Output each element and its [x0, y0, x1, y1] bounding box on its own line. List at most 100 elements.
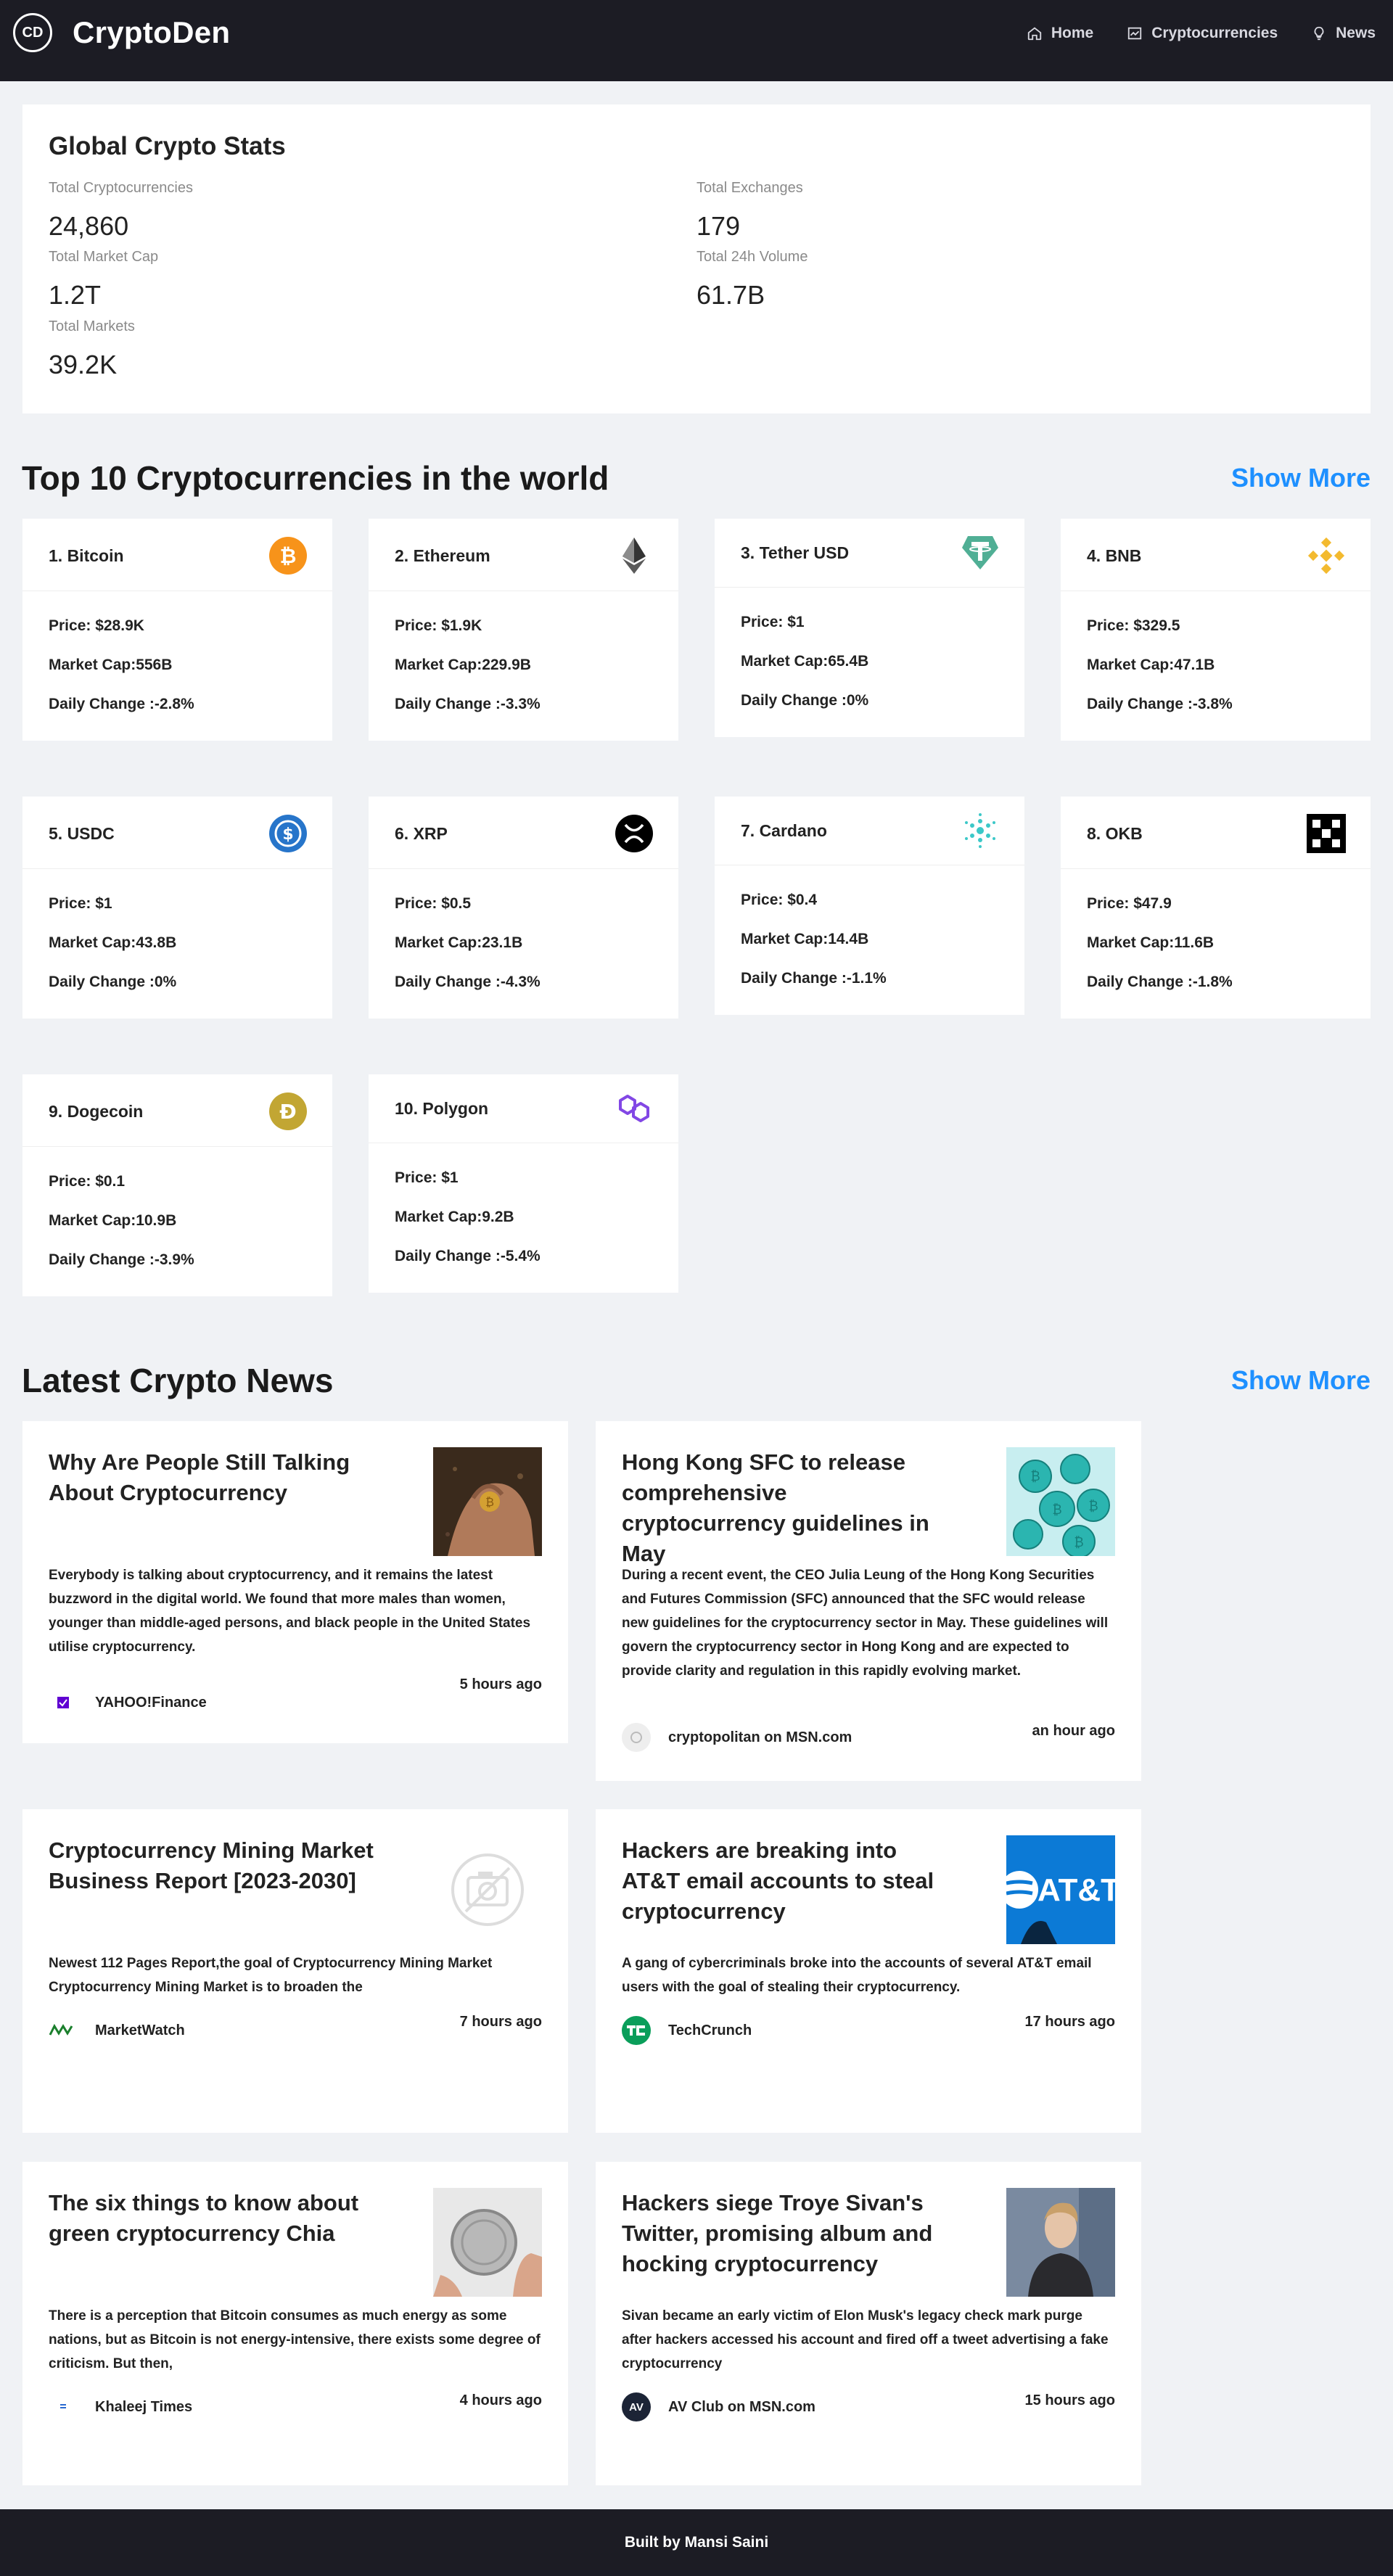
- nav-item-home[interactable]: Home: [1027, 25, 1093, 42]
- coin-market-cap: Market Cap:11.6B: [1087, 934, 1215, 951]
- coin-name: 4. BNB: [1087, 546, 1142, 565]
- coin-card-header: 8. OKB: [1061, 797, 1371, 869]
- coin-market-cap: Market Cap:10.9B: [49, 1212, 177, 1229]
- coin-card-usdc[interactable]: 5. USDC $ Price: $1 Market Cap:43.8B Dai…: [22, 797, 332, 1019]
- brand-logo: CD: [13, 13, 52, 52]
- coin-name: 10. Polygon: [395, 1099, 489, 1118]
- coin-card-body: Price: $0.5 Market Cap:23.1B Daily Chang…: [369, 869, 678, 1019]
- news-description: Sivan became an early victim of Elon Mus…: [622, 2308, 1109, 2371]
- news-provider[interactable]: YAHOO!Finance: [49, 1688, 207, 1717]
- coin-card-header: 10. Polygon: [369, 1074, 678, 1143]
- nav-label-home: Home: [1051, 25, 1094, 41]
- coin-card-cardano[interactable]: 7. Cardano Price: $0.4 Market Cap:14.4B …: [715, 797, 1024, 1015]
- top-navbar: CD CryptoDen Home Cryptocurrencies News: [0, 0, 1393, 81]
- news-title: Why Are People Still Talking About Crypt…: [49, 1449, 350, 1505]
- news-time: 17 hours ago: [1024, 2014, 1115, 2030]
- coin-name: 9. Dogecoin: [49, 1102, 144, 1121]
- coin-price: Price: $1: [741, 614, 805, 630]
- coin-card-header: 3. Tether USD: [715, 519, 1024, 588]
- stat-value: 179: [696, 211, 741, 241]
- news-card[interactable]: Cryptocurrency Mining Market Business Re…: [22, 1809, 568, 2133]
- coin-card-tether[interactable]: 3. Tether USD Price: $1 Market Cap:65.4B…: [715, 519, 1024, 737]
- coin-card-okb[interactable]: 8. OKB Price: $47.9 Market Cap:11.6B Dai…: [1061, 797, 1371, 1019]
- news-provider[interactable]: MarketWatch: [49, 2016, 185, 2045]
- coin-price: Price: $0.1: [49, 1173, 126, 1190]
- coin-card-dogecoin[interactable]: 9. Dogecoin Ð Price: $0.1 Market Cap:10.…: [22, 1074, 332, 1296]
- hands-coin-image: ₿: [433, 1447, 542, 1556]
- coin-market-cap: Market Cap:556B: [49, 657, 173, 673]
- coin-card-body: Price: $0.4 Market Cap:14.4B Daily Chang…: [715, 865, 1024, 1015]
- coin-market-cap: Market Cap:47.1B: [1087, 657, 1215, 673]
- stats-title: Global Crypto Stats: [49, 132, 286, 160]
- brand-name: CryptoDen: [73, 15, 231, 49]
- tether-icon: [962, 536, 998, 569]
- coin-market-cap: Market Cap:9.2B: [395, 1209, 514, 1225]
- news-description: Newest 112 Pages Report,the goal of Cryp…: [49, 1956, 493, 1995]
- coin-card-polygon[interactable]: 10. Polygon Price: $1 Market Cap:9.2B Da…: [369, 1074, 678, 1293]
- coin-daily-change: Daily Change :-2.8%: [49, 696, 194, 712]
- coin-card-body: Price: $1 Market Cap:43.8B Daily Change …: [22, 869, 332, 1019]
- news-card[interactable]: Why Are People Still Talking About Crypt…: [22, 1421, 568, 1743]
- news-title: The six things to know about green crypt…: [49, 2190, 359, 2246]
- stat-value: 61.7B: [696, 280, 765, 310]
- svg-text:₿: ₿: [485, 1495, 494, 1509]
- coin-price: Price: $0.4: [741, 892, 818, 908]
- news-provider[interactable]: AV AV Club on MSN.com: [622, 2392, 815, 2421]
- news-title: Hackers are breaking into AT&T email acc…: [622, 1838, 934, 1924]
- news-card[interactable]: The six things to know about green crypt…: [22, 2162, 568, 2485]
- coin-name: 6. XRP: [395, 824, 448, 843]
- coin-card-body: Price: $47.9 Market Cap:11.6B Daily Chan…: [1061, 869, 1371, 1019]
- coin-market-cap: Market Cap:14.4B: [741, 931, 869, 947]
- okb-icon: [1307, 814, 1346, 853]
- news-title: Cryptocurrency Mining Market Business Re…: [49, 1838, 374, 1893]
- show-more-news-link[interactable]: Show More: [1231, 1365, 1371, 1396]
- svg-text:$: $: [282, 826, 293, 844]
- nav-item-news[interactable]: News: [1311, 25, 1376, 42]
- coin-card-header: 6. XRP: [369, 797, 678, 869]
- coin-card-body: Price: $1.9K Market Cap:229.9B Daily Cha…: [369, 591, 678, 741]
- news-section-title: Latest Crypto News: [22, 1362, 334, 1399]
- news-card[interactable]: Hackers are breaking into AT&T email acc…: [596, 1809, 1141, 2133]
- stat-total-markets: Total Markets 39.2K: [49, 318, 135, 380]
- news-time: 4 hours ago: [459, 2392, 542, 2408]
- nav-item-cryptocurrencies[interactable]: Cryptocurrencies: [1127, 25, 1278, 42]
- news-card[interactable]: Hong Kong SFC to release comprehensive c…: [596, 1421, 1141, 1781]
- avclub-icon-text: AV: [629, 2400, 644, 2414]
- coin-card-xrp[interactable]: 6. XRP Price: $0.5 Market Cap:23.1B Dail…: [369, 797, 678, 1019]
- news-provider[interactable]: Khaleej Times: [49, 2392, 192, 2421]
- news-provider[interactable]: cryptopolitan on MSN.com: [622, 1723, 852, 1752]
- svg-text:₿: ₿: [1088, 1499, 1098, 1514]
- coin-price: Price: $0.5: [395, 895, 472, 912]
- news-provider[interactable]: TechCrunch: [622, 2016, 752, 2045]
- yahoo-icon: [49, 1688, 78, 1717]
- cryptopolitan-icon: [622, 1723, 651, 1752]
- coin-price: Price: $1.9K: [395, 617, 482, 634]
- main-nav: Home Cryptocurrencies News: [993, 25, 1376, 42]
- xrp-icon: [615, 815, 653, 852]
- stat-value: 1.2T: [49, 280, 102, 310]
- brand[interactable]: CD CryptoDen: [13, 13, 230, 52]
- coin-daily-change: Daily Change :-1.8%: [1087, 974, 1233, 990]
- show-more-coins-link[interactable]: Show More: [1231, 463, 1371, 493]
- coin-card-ethereum[interactable]: 2. Ethereum Price: $1.9K Market Cap:229.…: [369, 519, 678, 741]
- provider-name: TechCrunch: [668, 2022, 752, 2038]
- att-logo-text: AT&T: [1037, 1872, 1115, 1908]
- person-photo-image: [1006, 2188, 1115, 2297]
- stat-label: Total Markets: [49, 318, 135, 334]
- avclub-icon: AV: [622, 2392, 651, 2421]
- camera-placeholder-icon: [433, 1835, 542, 1944]
- provider-name: YAHOO!Finance: [95, 1694, 207, 1711]
- svg-text:₿: ₿: [1052, 1502, 1061, 1518]
- coin-card-header: 7. Cardano: [715, 797, 1024, 865]
- coin-card-body: Price: $28.9K Market Cap:556B Daily Chan…: [22, 591, 332, 741]
- nav-label-news: News: [1336, 25, 1376, 41]
- stat-value: 24,860: [49, 211, 129, 241]
- news-card[interactable]: Hackers siege Troye Sivan's Twitter, pro…: [596, 2162, 1141, 2485]
- news-description: During a recent event, the CEO Julia Leu…: [622, 1568, 1109, 1679]
- news-time: 7 hours ago: [459, 2014, 542, 2030]
- coin-card-bitcoin[interactable]: 1. Bitcoin ₿ Price: $28.9K Market Cap:55…: [22, 519, 332, 741]
- bulb-icon: [1314, 26, 1324, 41]
- news-description: There is a perception that Bitcoin consu…: [49, 2308, 541, 2371]
- coin-price: Price: $28.9K: [49, 617, 144, 634]
- coin-card-bnb[interactable]: 4. BNB Price: $329.5 Market Cap:47.1B Da…: [1061, 519, 1371, 741]
